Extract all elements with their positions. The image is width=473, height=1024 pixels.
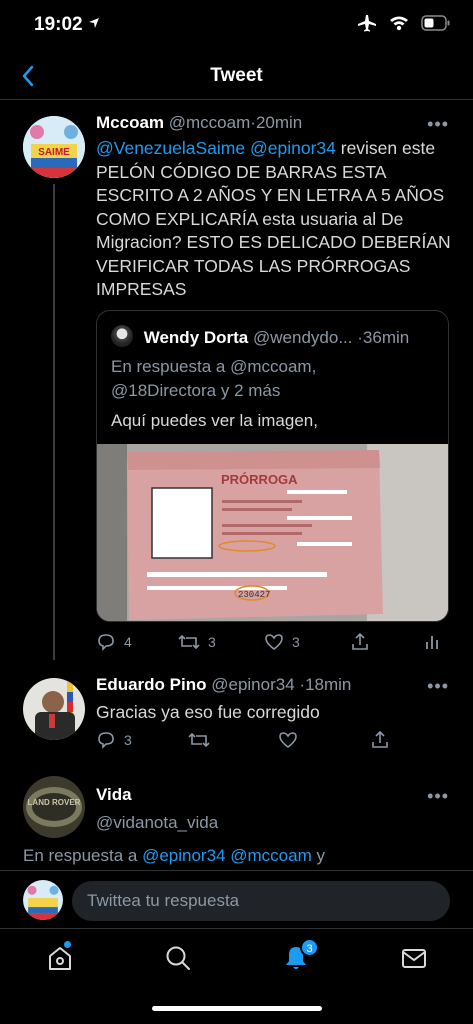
tweet-actions: 4 3 3 bbox=[96, 632, 446, 656]
mention-link[interactable]: @epinor34 bbox=[142, 846, 225, 865]
quote-image[interactable]: PRÓRROGA 230427 bbox=[97, 444, 448, 621]
quote-reply-line: @18Directora y 2 más bbox=[111, 381, 281, 400]
avatar[interactable]: SAIME bbox=[23, 116, 85, 178]
avatar-image: SAIME bbox=[23, 116, 85, 178]
avatar[interactable]: LAND ROVER bbox=[23, 776, 85, 838]
reply-context: En respuesta a @epinor34 @mccoam y bbox=[23, 846, 325, 866]
reply-count: 3 bbox=[124, 732, 132, 748]
avatar-image bbox=[23, 678, 85, 740]
reply-tweet[interactable]: Eduardo Pino @epinor34 ·18min Gracias ya… bbox=[0, 674, 473, 756]
like-button[interactable]: 3 bbox=[264, 632, 300, 652]
avatar-image: LAND ROVER bbox=[23, 776, 85, 838]
retweet-count: 3 bbox=[208, 634, 216, 650]
analytics-icon bbox=[426, 636, 438, 649]
tweet-content: Mccoam @mccoam·20min @VenezuelaSaime @ep… bbox=[96, 112, 451, 302]
tweet-content: Vida @vidanota_vida bbox=[96, 784, 451, 834]
tweet-text: Gracias ya eso fue corregido bbox=[96, 702, 320, 722]
avatar-logo-text: LAND ROVER bbox=[28, 798, 81, 807]
home-icon bbox=[49, 947, 71, 970]
reply-input[interactable]: Twittea tu respuesta bbox=[72, 881, 450, 921]
reply-context-prefix: En respuesta a bbox=[23, 846, 143, 865]
more-options-icon[interactable]: ••• bbox=[427, 676, 449, 697]
share-icon bbox=[352, 632, 368, 650]
quote-reply-line: En respuesta a @mccoam, bbox=[111, 357, 317, 376]
home-badge-dot bbox=[64, 941, 71, 948]
main-tweet[interactable]: SAIME Mccoam @mccoam·20min @VenezuelaSai… bbox=[0, 112, 473, 660]
passport-document-image: PRÓRROGA 230427 bbox=[97, 444, 448, 621]
tweet-header: Eduardo Pino @epinor34 ·18min bbox=[96, 674, 451, 696]
author-name[interactable]: Mccoam bbox=[96, 113, 164, 132]
notifications-badge: 3 bbox=[300, 938, 319, 957]
reply-button[interactable]: 3 bbox=[96, 730, 132, 750]
heart-icon bbox=[265, 634, 283, 651]
more-options-icon[interactable]: ••• bbox=[427, 786, 449, 807]
quote-header: Wendy Dorta @wendydo... ·36min bbox=[111, 325, 436, 348]
share-button[interactable] bbox=[370, 730, 390, 750]
share-icon bbox=[372, 730, 388, 748]
author-name[interactable]: Vida bbox=[96, 785, 132, 804]
thread-line bbox=[53, 184, 55, 660]
tweet-time[interactable]: 18min bbox=[305, 675, 351, 694]
reply-count: 4 bbox=[124, 634, 132, 650]
compose-avatar bbox=[23, 880, 63, 920]
analytics-button[interactable] bbox=[422, 632, 442, 652]
tweet-header: Vida bbox=[96, 784, 451, 806]
status-time: 19:02 bbox=[34, 14, 83, 35]
author-name[interactable]: Eduardo Pino bbox=[96, 675, 207, 694]
mail-icon bbox=[402, 949, 426, 968]
quote-avatar bbox=[111, 325, 133, 347]
battery-icon bbox=[421, 15, 450, 31]
tweet-header-handle: @vidanota_vida bbox=[96, 812, 451, 834]
quote-reply-context: En respuesta a @mccoam, @18Directora y 2… bbox=[111, 355, 436, 403]
avatar-logo-text: SAIME bbox=[38, 147, 70, 158]
retweet-button[interactable]: 3 bbox=[178, 632, 216, 652]
wifi-icon bbox=[390, 16, 408, 31]
heart-icon bbox=[279, 732, 297, 749]
author-handle[interactable]: @epinor34 bbox=[211, 675, 294, 694]
author-handle[interactable]: @mccoam bbox=[169, 113, 251, 132]
more-options-icon[interactable]: ••• bbox=[427, 114, 449, 135]
tweet-time[interactable]: 20min bbox=[256, 113, 302, 132]
tab-messages[interactable] bbox=[399, 943, 429, 973]
like-count: 3 bbox=[292, 634, 300, 650]
tab-search[interactable] bbox=[163, 943, 193, 973]
third-tweet[interactable]: LAND ROVER Vida @vidanota_vida ••• bbox=[0, 776, 473, 840]
avatar[interactable] bbox=[23, 678, 85, 740]
retweet-button[interactable] bbox=[188, 730, 210, 750]
airplane-mode-icon bbox=[358, 15, 376, 32]
home-indicator bbox=[152, 1006, 322, 1011]
quote-time: 36min bbox=[362, 328, 410, 347]
reply-icon bbox=[98, 732, 114, 749]
page-title: Tweet bbox=[210, 65, 263, 86]
document-title: PRÓRROGA bbox=[221, 472, 298, 487]
nav-bar: Tweet bbox=[0, 52, 473, 100]
tweet-actions: 3 bbox=[96, 730, 446, 754]
mention-link[interactable]: @VenezuelaSaime bbox=[96, 138, 245, 158]
reply-icon bbox=[98, 634, 114, 651]
mention-link[interactable]: @epinor34 bbox=[250, 138, 336, 158]
reply-context-suffix: y bbox=[311, 846, 325, 865]
document-number: 230427 bbox=[238, 590, 270, 600]
status-bar: 19:02 bbox=[0, 0, 473, 52]
location-arrow-icon bbox=[89, 18, 99, 28]
tweet-text-body: revisen este PELÓN CÓDIGO DE BARRAS ESTA… bbox=[96, 138, 451, 299]
tweet-header: Mccoam @mccoam·20min bbox=[96, 112, 451, 134]
quoted-tweet[interactable]: Wendy Dorta @wendydo... ·36min En respue… bbox=[96, 310, 449, 622]
like-button[interactable] bbox=[278, 730, 298, 750]
author-handle[interactable]: @vidanota_vida bbox=[96, 813, 218, 832]
quote-author-handle: @wendydo... bbox=[253, 328, 353, 347]
share-button[interactable] bbox=[350, 632, 370, 652]
reply-button[interactable]: 4 bbox=[96, 632, 132, 652]
quote-text: Aquí puedes ver la imagen, bbox=[111, 411, 318, 430]
retweet-icon bbox=[178, 634, 200, 650]
quote-author-name: Wendy Dorta bbox=[143, 328, 249, 347]
avatar-image bbox=[23, 880, 63, 920]
tweet-text: @VenezuelaSaime @epinor34 revisen este P… bbox=[96, 137, 451, 302]
tweet-content: Eduardo Pino @epinor34 ·18min Gracias ya… bbox=[96, 674, 451, 725]
retweet-icon bbox=[188, 732, 210, 748]
mention-link[interactable]: @mccoam bbox=[230, 846, 312, 865]
tab-home[interactable] bbox=[45, 941, 75, 973]
search-icon bbox=[166, 946, 190, 970]
compose-bar: Twittea tu respuesta bbox=[0, 870, 473, 928]
